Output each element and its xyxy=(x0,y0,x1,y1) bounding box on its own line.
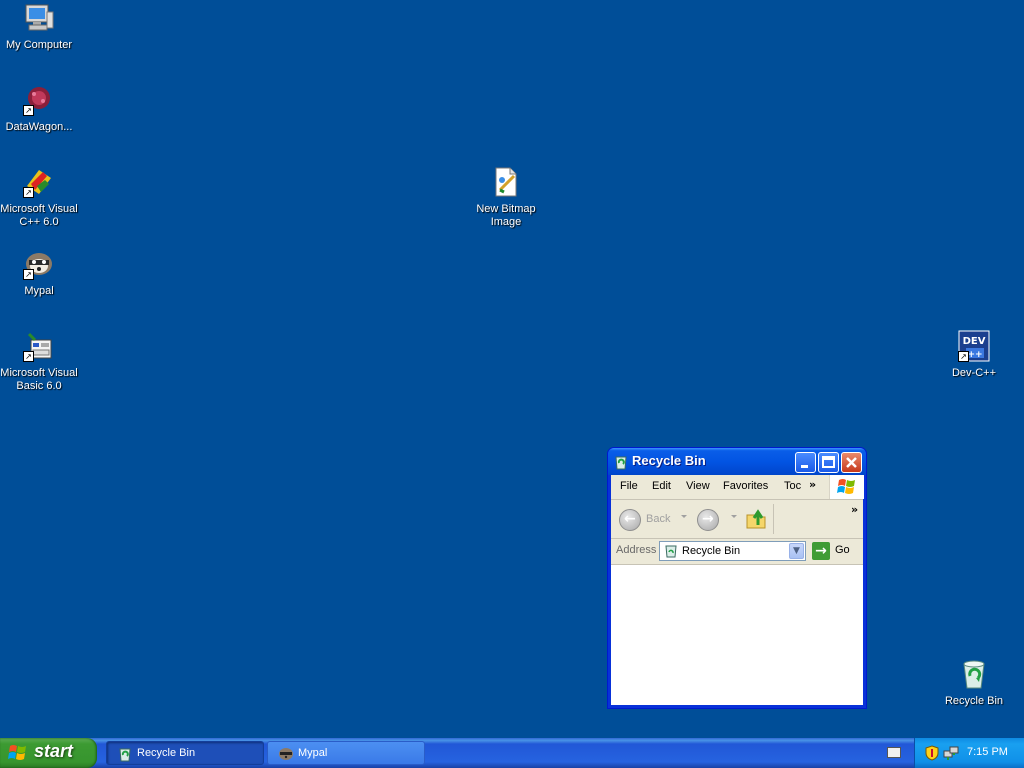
desktop-icon-visual-basic[interactable]: ↗ Microsoft Visual Basic 6.0 xyxy=(0,330,79,393)
bitmap-file-icon xyxy=(490,166,522,198)
menu-favorites[interactable]: Favorites xyxy=(723,480,768,492)
window-titlebar[interactable]: Recycle Bin xyxy=(608,448,866,475)
address-value: Recycle Bin xyxy=(682,545,741,557)
menu-overflow-chevron[interactable]: » xyxy=(809,478,816,491)
start-button[interactable]: start xyxy=(0,738,97,768)
svg-text:++: ++ xyxy=(967,350,982,360)
desktop-icon-my-computer[interactable]: My Computer xyxy=(0,2,79,52)
toolbar-overflow-chevron[interactable]: » xyxy=(851,503,858,516)
taskbar: start Recycle Bin Mypal 7:15 PM xyxy=(0,738,1024,768)
address-field[interactable]: Recycle Bin ▼ xyxy=(659,541,806,561)
mypal-raccoon-icon xyxy=(278,746,294,762)
shortcut-arrow-icon: ↗ xyxy=(23,269,34,280)
toolbar-separator xyxy=(773,504,774,534)
shortcut-arrow-icon: ↗ xyxy=(958,351,969,362)
menu-bar: File Edit View Favorites Toc » xyxy=(611,475,864,500)
taskbar-button-label: Mypal xyxy=(298,747,328,759)
network-icon[interactable] xyxy=(943,745,959,761)
my-computer-icon xyxy=(23,2,55,34)
desktop-icon-label-line1: New Bitmap xyxy=(476,203,536,215)
back-button[interactable]: ← xyxy=(619,509,641,531)
back-label[interactable]: Back xyxy=(646,513,670,525)
desktop-icon-label: Dev-C++ xyxy=(951,367,997,379)
desktop-icon-label-line1: Microsoft Visual xyxy=(0,203,78,215)
go-label: Go xyxy=(835,544,850,556)
up-folder-button[interactable] xyxy=(745,507,769,531)
menu-edit[interactable]: Edit xyxy=(652,480,671,492)
system-tray: 7:15 PM xyxy=(914,738,1024,768)
desktop-icon-datawagon[interactable]: ↗ DataWagon... xyxy=(0,84,79,134)
taskbar-button-mypal[interactable]: Mypal xyxy=(267,741,425,765)
minimize-icon xyxy=(801,465,808,468)
desktop-icon-label: Recycle Bin xyxy=(944,695,1004,707)
desktop-icon-label-line2: Basic 6.0 xyxy=(16,380,62,392)
dev-cpp-badge: DEV xyxy=(963,336,986,347)
taskbar-button-recycle-bin[interactable]: Recycle Bin xyxy=(106,741,264,765)
desktop-icon-mypal[interactable]: ↗ Mypal xyxy=(0,248,79,298)
minimize-button[interactable] xyxy=(795,452,816,473)
visual-cpp-icon: ↗ xyxy=(23,166,55,198)
desktop-icon-visual-cpp[interactable]: ↗ Microsoft Visual C++ 6.0 xyxy=(0,166,79,229)
recycle-bin-icon xyxy=(664,544,678,558)
address-bar: Address Recycle Bin ▼ → Go xyxy=(611,539,863,565)
desktop[interactable]: My Computer ↗ DataWagon... ↗ Microsoft V… xyxy=(0,0,1024,738)
close-button[interactable] xyxy=(841,452,862,473)
back-dropdown-icon[interactable] xyxy=(681,515,687,518)
address-label: Address xyxy=(616,544,657,556)
shortcut-arrow-icon: ↗ xyxy=(23,105,34,116)
menu-tools[interactable]: Toc xyxy=(784,480,801,492)
chevron-down-icon[interactable]: ▼ xyxy=(789,543,804,559)
desktop-icon-label-line2: Image xyxy=(490,216,522,228)
window-title: Recycle Bin xyxy=(632,453,706,468)
shortcut-arrow-icon: ↗ xyxy=(23,187,34,198)
maximize-button[interactable] xyxy=(818,452,839,473)
taskbar-button-label: Recycle Bin xyxy=(137,747,196,759)
clock[interactable]: 7:15 PM xyxy=(967,746,1008,758)
recycle-bin-icon xyxy=(958,658,990,690)
desktop-icon-new-bitmap[interactable]: New Bitmap Image xyxy=(466,166,546,229)
windows-logo-icon xyxy=(829,475,864,499)
visual-basic-icon: ↗ xyxy=(23,330,55,362)
folder-content-area[interactable] xyxy=(611,565,863,705)
datawagon-icon: ↗ xyxy=(23,84,55,116)
windows-flag-icon xyxy=(8,744,28,762)
desktop-icon-label-line1: Microsoft Visual xyxy=(0,367,78,379)
forward-arrow-icon: → xyxy=(702,511,714,527)
desktop-icon-recycle-bin[interactable]: Recycle Bin xyxy=(934,658,1014,708)
recycle-bin-window[interactable]: Recycle Bin File Edit View Favorites Toc… xyxy=(608,448,866,708)
standard-toolbar: ← Back → » xyxy=(611,500,863,539)
go-button[interactable]: → Go xyxy=(811,541,861,561)
close-icon xyxy=(846,457,857,468)
recycle-bin-icon xyxy=(117,746,133,762)
go-arrow-icon: → xyxy=(812,542,830,560)
maximize-icon xyxy=(822,456,835,468)
desktop-icon-dev-cpp[interactable]: DEV ++ ↗ Dev-C++ xyxy=(934,330,1014,380)
desktop-icon-label-line2: C++ 6.0 xyxy=(19,216,59,228)
forward-button[interactable]: → xyxy=(697,509,719,531)
desktop-icon-label: Mypal xyxy=(24,285,54,297)
security-shield-icon[interactable] xyxy=(925,745,939,761)
start-label: start xyxy=(34,741,74,761)
desktop-icon-label: My Computer xyxy=(5,39,73,51)
shortcut-arrow-icon: ↗ xyxy=(23,351,34,362)
window-client: File Edit View Favorites Toc » ← Back → … xyxy=(611,475,864,705)
menu-view[interactable]: View xyxy=(686,480,710,492)
recycle-bin-icon xyxy=(613,454,629,470)
keyboard-icon[interactable] xyxy=(887,747,901,758)
dev-cpp-icon: DEV ++ ↗ xyxy=(958,330,990,362)
forward-dropdown-icon[interactable] xyxy=(731,515,737,518)
desktop-icon-label: DataWagon... xyxy=(5,121,73,133)
mypal-raccoon-icon: ↗ xyxy=(23,248,55,280)
up-folder-icon xyxy=(746,509,766,529)
menu-file[interactable]: File xyxy=(620,480,638,492)
back-arrow-icon: ← xyxy=(624,511,636,527)
